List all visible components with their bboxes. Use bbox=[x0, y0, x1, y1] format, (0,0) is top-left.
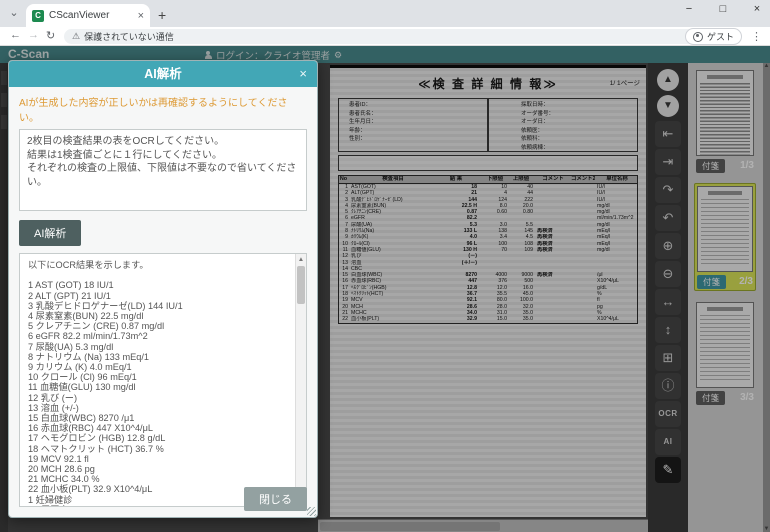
browser-toolbar: ← → ↻ ⚠ 保護されていない通信 ゲスト ⋮ bbox=[0, 27, 770, 46]
prompt-line: 2枚目の検査結果の表をOCRしてください。 bbox=[27, 135, 299, 149]
ocr-result-line: 2 ALT (GPT) 21 IU/1 bbox=[28, 291, 290, 301]
tab-list-chevron-icon[interactable]: ⌄ bbox=[6, 6, 22, 22]
ocr-result-line: 18 ヘマトクリット (HCT) 36.7 % bbox=[28, 444, 290, 454]
tab-close-icon[interactable]: × bbox=[138, 10, 144, 22]
guest-label: ゲスト bbox=[707, 30, 734, 43]
browser-tab[interactable]: C CScanViewer × bbox=[26, 4, 150, 27]
profile-button[interactable]: ゲスト bbox=[685, 28, 742, 45]
cscan-app: C-Scan ログイン：クライオ管理者 ⚙ ≪検 査 詳 細 情 報≫ 1/ 1… bbox=[0, 46, 770, 532]
ocr-result-line: 8 ナトリウム (Na) 133 mEq/1 bbox=[28, 352, 290, 362]
ocr-result-line: 10 クロール (Cl) 96 mEq/1 bbox=[28, 372, 290, 382]
ocr-result-line: 7 尿酸(UA) 5.3 mg/dl bbox=[28, 342, 290, 352]
browser-tab-strip: ⌄ C CScanViewer × + − □ × bbox=[0, 0, 770, 27]
ocr-result-line: 11 血糖値(GLU) 130 mg/dl bbox=[28, 382, 290, 392]
ocr-result-line: 13 溶血 (+/-) bbox=[28, 403, 290, 413]
ocr-result-line: 以下にOCR結果を示します。 bbox=[28, 260, 290, 270]
ocr-result-line bbox=[28, 270, 290, 280]
prompt-line: 結果は1検査値ごとに１行にしてください。 bbox=[27, 149, 299, 163]
dialog-close-icon[interactable]: × bbox=[299, 61, 307, 87]
prompt-input[interactable]: 2枚目の検査結果の表をOCRしてください。結果は1検査値ごとに１行にしてください… bbox=[19, 129, 307, 211]
dialog-title: AI解析 bbox=[9, 61, 317, 87]
forward-button[interactable]: → bbox=[28, 29, 39, 41]
screen: ⌄ C CScanViewer × + − □ × ← → ↻ ⚠ 保護されてい… bbox=[0, 0, 770, 532]
window-maximize-button[interactable]: □ bbox=[716, 3, 730, 15]
ocr-result-line: 17 ヘモグロビン (HGB) 12.8 g/dL bbox=[28, 433, 290, 443]
ocr-result-line: 16 赤血球(RBC) 447 X10^4/μL bbox=[28, 423, 290, 433]
not-secure-warning-icon: ⚠ bbox=[72, 31, 80, 42]
window-close-button[interactable]: × bbox=[750, 3, 764, 15]
ocr-result-line: 19 MCV 92.1 fl bbox=[28, 454, 290, 464]
reload-button[interactable]: ↻ bbox=[46, 29, 55, 42]
ocr-result-line: 20 MCH 28.6 pg bbox=[28, 464, 290, 474]
ocr-result-line: 21 MCHC 34.0 % bbox=[28, 474, 290, 484]
browser-menu-icon[interactable]: ⋮ bbox=[751, 30, 762, 43]
site-favicon-icon: C bbox=[32, 10, 44, 22]
ocr-result-line: 6 eGFR 82.2 ml/min/1.73m^2 bbox=[28, 331, 290, 341]
dialog-resize-handle[interactable] bbox=[307, 507, 316, 516]
results-scrollbar-thumb[interactable] bbox=[297, 266, 305, 304]
ocr-result-line: 4 尿素窒素(BUN) 22.5 mg/dl bbox=[28, 311, 290, 321]
dialog-header[interactable]: AI解析 × bbox=[9, 61, 317, 87]
ai-warning-text: AIが生成した内容が正しいかは再確認するようにしてください。 bbox=[19, 94, 307, 124]
dialog-close-button[interactable]: 閉じる bbox=[244, 487, 307, 511]
prompt-line: それぞれの検査の上限値、下限値は不要なので省いてください。 bbox=[27, 162, 299, 189]
ocr-result-line: 1 AST (GOT) 18 IU/1 bbox=[28, 280, 290, 290]
new-tab-button[interactable]: + bbox=[158, 7, 166, 23]
ai-analysis-dialog: AI解析 × AIが生成した内容が正しいかは再確認するようにしてください。 2枚… bbox=[8, 60, 318, 518]
ocr-result-line: 5 クレアチニン (CRE) 0.87 mg/dl bbox=[28, 321, 290, 331]
tab-title: CScanViewer bbox=[49, 10, 134, 21]
ocr-results-area[interactable]: 以下にOCR結果を示します。 1 AST (GOT) 18 IU/12 ALT (… bbox=[19, 253, 307, 507]
guest-avatar-icon bbox=[693, 32, 703, 42]
url-text: 保護されていない通信 bbox=[84, 30, 174, 43]
scroll-up-arrow-icon[interactable]: ▲ bbox=[296, 255, 306, 265]
ocr-result-line: 3 乳酸デヒドロゲナーゼ(LD) 144 IU/1 bbox=[28, 301, 290, 311]
ocr-result-line: 15 白血球(WBC) 8270 /μ1 bbox=[28, 413, 290, 423]
ai-analyze-button[interactable]: AI解析 bbox=[19, 220, 81, 246]
ocr-result-line: 9 カリウム (K) 4.0 mEq/1 bbox=[28, 362, 290, 372]
window-minimize-button[interactable]: − bbox=[682, 3, 696, 15]
results-scrollbar[interactable]: ▲ ▼ bbox=[295, 254, 306, 506]
address-bar[interactable]: ⚠ 保護されていない通信 bbox=[64, 29, 704, 44]
back-button[interactable]: ← bbox=[10, 29, 21, 41]
ocr-result-line: 12 乳び (ー) bbox=[28, 393, 290, 403]
